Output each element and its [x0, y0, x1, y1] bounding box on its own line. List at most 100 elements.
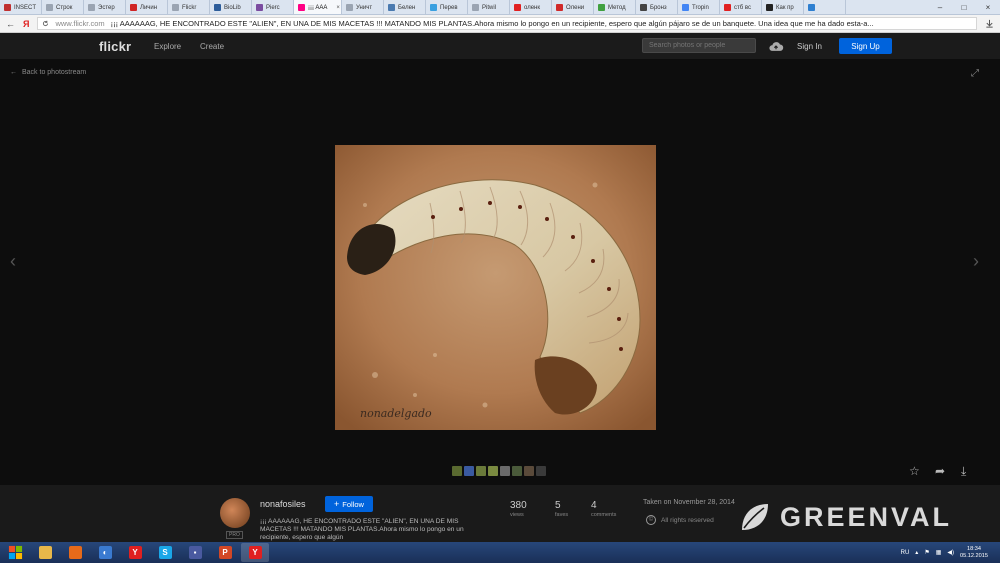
- taskbar-app[interactable]: [31, 543, 59, 562]
- download-icon[interactable]: [985, 19, 994, 28]
- next-photo-arrow-icon[interactable]: ›: [973, 251, 979, 272]
- powerpoint-icon: P: [218, 546, 232, 559]
- browser-tab[interactable]: Pierc: [252, 0, 294, 14]
- search-input[interactable]: [642, 38, 756, 53]
- google-icon: [682, 4, 689, 11]
- browser-tab[interactable]: Как пр: [762, 0, 804, 14]
- browser-tab[interactable]: стб вс: [720, 0, 762, 14]
- previous-photo-arrow-icon[interactable]: ‹: [10, 251, 16, 272]
- address-bar[interactable]: www.flickr.com ¡¡¡ AAAAAAG, HE ENCONTRAD…: [37, 17, 977, 30]
- browser-tab[interactable]: Личин: [126, 0, 168, 14]
- upload-cloud-icon[interactable]: [768, 41, 784, 52]
- page-icon: [88, 4, 95, 11]
- filmstrip-thumbnail[interactable]: [500, 466, 510, 476]
- site-icon: [430, 4, 437, 11]
- browser-tab-strip: INSECT Строк Эстер Личин Flickr BioLib Pierc ¡¡…: [0, 0, 1000, 15]
- share-icon[interactable]: ➦: [935, 464, 945, 478]
- back-icon[interactable]: ←: [6, 19, 15, 29]
- stat-value: 4: [591, 500, 597, 511]
- browser-tab-label: INSECT: [14, 4, 37, 11]
- avatar[interactable]: [220, 498, 250, 528]
- filmstrip-thumbnail[interactable]: [488, 466, 498, 476]
- flag-icon[interactable]: ⚑: [924, 549, 929, 556]
- taskbar-app[interactable]: Y: [241, 543, 269, 562]
- address-page-title: ¡¡¡ AAAAAAG, HE ENCONTRADO ESTE "ALIEN",…: [110, 19, 874, 28]
- yandex-browser-icon: Y: [248, 546, 262, 559]
- network-icon[interactable]: ▦: [936, 549, 942, 556]
- browser-tab[interactable]: ¡¡¡ AAA ×: [294, 0, 342, 14]
- browser-tab[interactable]: BioLib: [210, 0, 252, 14]
- browser-tab[interactable]: Белен: [384, 0, 426, 14]
- firefox-icon: [68, 546, 82, 559]
- filmstrip-thumbnail[interactable]: [452, 466, 462, 476]
- stat-label: comments: [591, 512, 617, 518]
- photo-signature: nonadelgado: [360, 407, 432, 420]
- language-indicator[interactable]: RU: [901, 550, 910, 556]
- yandex-browser-icon: Y: [128, 546, 142, 559]
- close-tab-icon[interactable]: ×: [336, 5, 340, 11]
- nav-explore[interactable]: Explore: [154, 42, 181, 51]
- browser-tab[interactable]: Бронз: [636, 0, 678, 14]
- browser-tab[interactable]: Tropin: [678, 0, 720, 14]
- browser-tab[interactable]: Уничт: [342, 0, 384, 14]
- close-icon[interactable]: ×: [976, 0, 1000, 14]
- taskbar-app[interactable]: P: [211, 543, 239, 562]
- windows-logo-icon: [8, 545, 22, 560]
- download-photo-icon[interactable]: ⤓: [961, 464, 966, 479]
- volume-icon[interactable]: ◀): [947, 549, 954, 556]
- browser-tab[interactable]: Pitwil: [468, 0, 510, 14]
- refresh-icon[interactable]: [42, 20, 49, 27]
- browser-tab[interactable]: INSECT: [0, 0, 42, 14]
- browser-tab[interactable]: Эстер: [84, 0, 126, 14]
- follow-button[interactable]: + Follow: [325, 496, 373, 512]
- fullscreen-icon[interactable]: ⤢: [971, 68, 979, 79]
- nav-create[interactable]: Create: [200, 42, 224, 51]
- browser-tab[interactable]: Метод: [594, 0, 636, 14]
- fave-star-icon[interactable]: ☆: [909, 464, 920, 478]
- pro-badge: PRO: [226, 531, 243, 539]
- browser-tab[interactable]: оленк: [510, 0, 552, 14]
- browser-tab[interactable]: [804, 0, 846, 14]
- site-icon: [598, 4, 605, 11]
- clock[interactable]: 18:34 05.12.2015: [960, 546, 988, 560]
- yandex-logo-icon[interactable]: Я: [23, 19, 29, 29]
- start-button[interactable]: [0, 542, 30, 563]
- page-icon: [172, 4, 179, 11]
- sign-up-button[interactable]: Sign Up: [839, 38, 892, 54]
- sign-in-link[interactable]: Sign In: [797, 42, 822, 51]
- speaker-icon: ◐: [98, 546, 112, 559]
- site-icon: [766, 4, 773, 11]
- taskbar-app[interactable]: S: [151, 543, 179, 562]
- show-hidden-icons-icon[interactable]: ▴: [915, 549, 918, 556]
- browser-tab-label: оленк: [524, 4, 540, 11]
- browser-tab-label: Как пр: [776, 4, 794, 11]
- back-arrow-icon: ←: [10, 69, 17, 76]
- username-link[interactable]: nonafosiles: [260, 499, 306, 509]
- browser-tab[interactable]: Строк: [42, 0, 84, 14]
- photo-description: ¡¡¡ AAAAAAG, HE ENCONTRADO ESTE "ALIEN",…: [260, 518, 464, 541]
- browser-tab-label: Pierc: [266, 4, 280, 11]
- wiki-icon: [640, 4, 647, 11]
- filmstrip-thumbnail[interactable]: [524, 466, 534, 476]
- browser-tab[interactable]: Олени: [552, 0, 594, 14]
- taskbar-app[interactable]: [61, 543, 89, 562]
- taskbar-app[interactable]: ▪: [181, 543, 209, 562]
- filmstrip-thumbnail[interactable]: [512, 466, 522, 476]
- maximize-icon[interactable]: □: [952, 0, 976, 14]
- taskbar-app[interactable]: Y: [121, 543, 149, 562]
- filmstrip-thumbnail[interactable]: [476, 466, 486, 476]
- minimize-icon[interactable]: –: [928, 0, 952, 14]
- taskbar-app[interactable]: ◐: [91, 543, 119, 562]
- windows-taskbar: ◐ Y S ▪ P Y RU ▴ ⚑ ▦ ◀) 18:34 05.12.2015: [0, 542, 1000, 563]
- stat-label: views: [510, 512, 524, 518]
- filmstrip-thumbnail[interactable]: [536, 466, 546, 476]
- flickr-logo[interactable]: flickr: [99, 39, 131, 54]
- browser-tab[interactable]: Перев: [426, 0, 468, 14]
- browser-tab[interactable]: Flickr: [168, 0, 210, 14]
- back-to-photostream-link[interactable]: ← Back to photostream: [10, 69, 86, 76]
- system-tray: RU ▴ ⚑ ▦ ◀) 18:34 05.12.2015: [901, 546, 1000, 560]
- photo-viewer: ← Back to photostream ⤢ ‹ › nonadelgado …: [0, 59, 1000, 485]
- rights-label: All rights reserved: [661, 516, 714, 524]
- taken-date: Taken on November 28, 2014: [643, 499, 735, 506]
- filmstrip-thumbnail[interactable]: [464, 466, 474, 476]
